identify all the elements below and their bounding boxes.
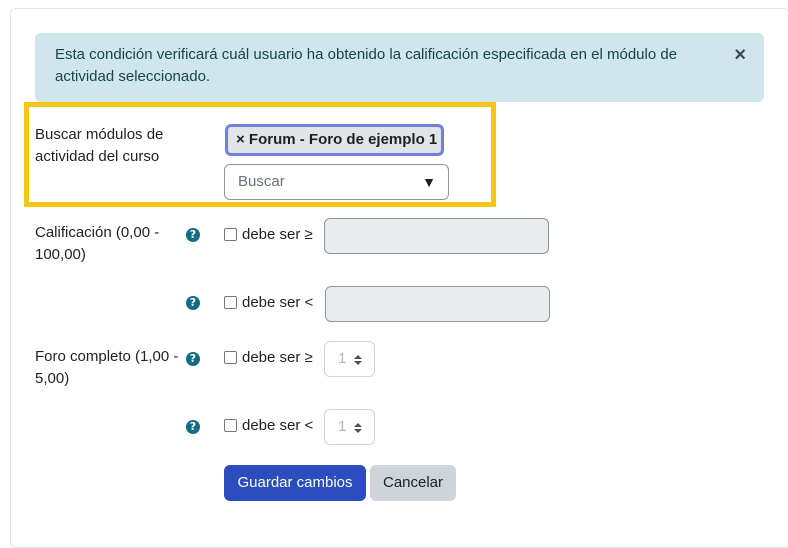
help-icon[interactable]: ?	[186, 420, 200, 434]
help-icon[interactable]: ?	[186, 296, 200, 310]
selected-module-tag[interactable]: × Forum - Foro de ejemplo 1	[225, 124, 444, 156]
module-search-select[interactable]: Buscar ▼	[224, 164, 449, 200]
forum-label: Foro completo (1,00 - 5,00)	[35, 348, 179, 387]
forum-max-select[interactable]: 1	[324, 409, 375, 445]
forum-min-checkbox[interactable]: debe ser ≥	[224, 349, 313, 366]
sort-arrows-icon	[354, 355, 362, 365]
grade-min-checkbox[interactable]: debe ser ≥	[224, 226, 313, 243]
grade-max-checkbox[interactable]: debe ser <	[224, 294, 313, 311]
save-button[interactable]: Guardar cambios	[224, 465, 366, 501]
help-icon[interactable]: ?	[186, 352, 200, 366]
forum-min-select[interactable]: 1	[324, 341, 375, 377]
checkbox-box[interactable]	[224, 419, 237, 432]
close-icon[interactable]: ×	[734, 45, 746, 65]
checkbox-box[interactable]	[224, 296, 237, 309]
grade-max-input[interactable]	[325, 286, 550, 322]
info-alert: Esta condición verificará cuál usuario h…	[35, 33, 764, 102]
checkbox-box[interactable]	[224, 228, 237, 241]
module-search-label: Buscar módulos de actividad del curso	[35, 126, 164, 165]
help-icon[interactable]: ?	[186, 228, 200, 242]
chevron-down-icon: ▼	[422, 174, 436, 190]
cancel-button[interactable]: Cancelar	[370, 465, 456, 501]
grade-min-input[interactable]	[324, 218, 549, 254]
forum-max-checkbox[interactable]: debe ser <	[224, 417, 313, 434]
sort-arrows-icon	[354, 423, 362, 433]
alert-text: Esta condición verificará cuál usuario h…	[55, 46, 678, 85]
grade-label: Calificación (0,00 - 100,00)	[35, 224, 160, 263]
search-placeholder: Buscar	[238, 173, 285, 190]
checkbox-box[interactable]	[224, 351, 237, 364]
